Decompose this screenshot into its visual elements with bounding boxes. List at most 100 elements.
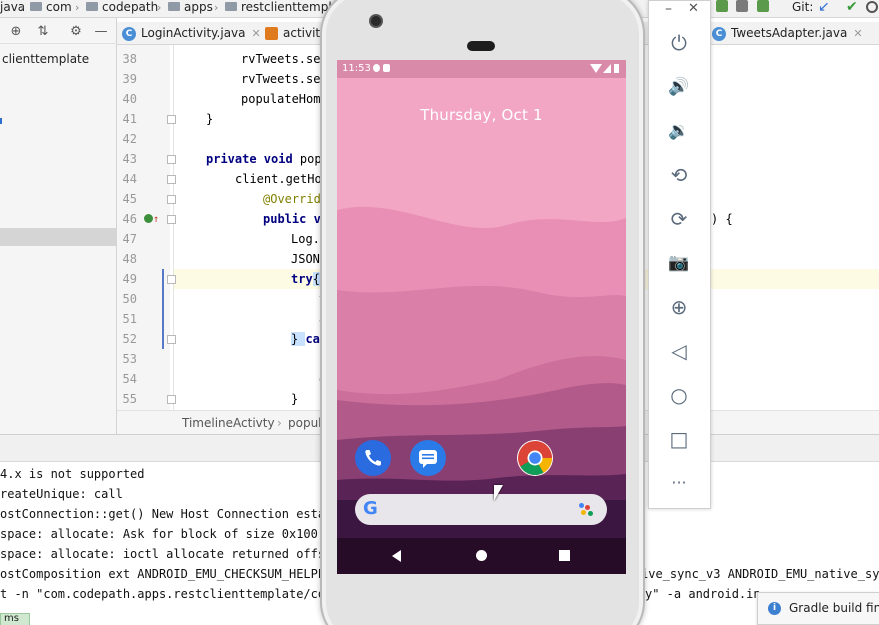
line-number: 44 — [122, 172, 137, 186]
line-number: 54 — [122, 372, 137, 386]
fold-marker[interactable] — [167, 215, 176, 224]
volume-down-icon[interactable]: 🔉 — [665, 117, 693, 145]
rotate-left-icon[interactable]: ⟲ — [665, 161, 693, 189]
zoom-icon[interactable]: ⊕ — [665, 293, 693, 321]
log-line-tail: y" -a android.in — [645, 587, 761, 601]
nav-recents-button[interactable] — [559, 550, 570, 561]
line-number: 50 — [122, 292, 137, 306]
override-method-icon[interactable] — [144, 214, 153, 223]
brace-match: } — [291, 332, 306, 346]
google-search-bar[interactable]: G — [355, 494, 607, 525]
breadcrumb-class[interactable]: TimelineActivty — [182, 416, 275, 430]
lockscreen-date[interactable]: Thursday, Oct 1 — [337, 106, 626, 124]
nav-back-button[interactable] — [392, 550, 401, 562]
rotate-right-icon[interactable]: ⟳ — [665, 205, 693, 233]
code-text: ) { — [711, 212, 733, 226]
tab-tweets-adapter[interactable]: C TweetsAdapter.java ✕ — [712, 22, 863, 44]
hide-panel-icon[interactable]: — — [93, 24, 109, 40]
nav-home-button[interactable] — [476, 550, 487, 561]
tab-label: TweetsAdapter.java — [731, 26, 848, 40]
breadcrumb-separator: › — [157, 1, 162, 14]
fold-marker[interactable] — [167, 195, 176, 204]
device-screen[interactable]: 11:53 Thursday, Oct 1 G — [337, 60, 626, 574]
notification-text: Gradle build finis — [789, 601, 879, 615]
android-nav-bar — [337, 538, 626, 574]
tab-label: LoginActivity.java — [141, 26, 246, 40]
run-icon[interactable] — [716, 0, 728, 12]
google-logo: G — [363, 498, 378, 519]
close-icon[interactable]: ✕ — [688, 2, 699, 16]
folder-icon — [225, 2, 237, 11]
overview-icon[interactable]: □ — [665, 425, 693, 453]
locate-icon[interactable]: ⊕ — [8, 24, 24, 40]
breadcrumb-restclienttemplate-label: restclienttempl — [241, 0, 332, 14]
breadcrumb-codepath[interactable]: codepath — [86, 0, 158, 18]
log-line: space: allocate: ioctl allocate returned… — [0, 547, 333, 561]
git-label: Git: — [792, 0, 814, 14]
line-number: 55 — [122, 392, 137, 406]
back-icon[interactable]: ◁ — [665, 337, 693, 365]
gear-icon[interactable]: ⚙ — [68, 24, 84, 40]
chrome-app-icon[interactable] — [517, 440, 553, 476]
home-icon[interactable]: ○ — [665, 381, 693, 409]
keyword: private void — [206, 152, 300, 166]
minimize-icon[interactable]: – — [665, 2, 672, 16]
log-line-tail: ive_sync_v3 ANDROID_EMU_native_syn — [641, 567, 879, 581]
more-icon[interactable]: ··· — [665, 469, 693, 497]
git-commit-icon[interactable]: ✔ — [846, 0, 858, 14]
phone-app-icon[interactable] — [355, 440, 391, 476]
notification-icon — [373, 64, 380, 72]
breadcrumb-separator: › — [214, 1, 219, 14]
messages-app-icon[interactable] — [410, 440, 446, 476]
log-line: t -n "com.codepath.apps.restclienttempla… — [0, 587, 333, 601]
brace-match: { — [312, 272, 320, 286]
volume-up-icon[interactable]: 🔊 — [665, 73, 693, 101]
fold-marker[interactable] — [167, 155, 176, 164]
notification-icons — [373, 64, 395, 73]
git-update-icon[interactable]: ↙ — [818, 0, 830, 14]
annotation-text: @Override — [263, 192, 329, 206]
log-line: ostComposition ext ANDROID_EMU_CHECKSUM_… — [0, 567, 340, 581]
fold-marker[interactable] — [167, 175, 176, 184]
sync-icon[interactable] — [757, 0, 769, 12]
line-number: 52 — [122, 332, 137, 346]
fold-marker[interactable] — [167, 395, 176, 404]
close-icon[interactable]: ✕ — [252, 27, 261, 40]
camera-icon[interactable]: 📷 — [665, 249, 693, 277]
gradle-notification[interactable]: i Gradle build finis — [757, 592, 879, 625]
tool-window-tab[interactable]: ms — [0, 613, 30, 625]
tab-login-activity[interactable]: C LoginActivity.java ✕ — [122, 22, 261, 44]
mouse-cursor — [494, 485, 503, 501]
git-history-icon[interactable] — [866, 1, 878, 13]
tree-selected-row[interactable] — [0, 228, 117, 246]
breadcrumb-apps[interactable]: apps — [168, 0, 213, 18]
power-icon[interactable]: ⏻ — [665, 29, 693, 57]
assistant-icon[interactable] — [579, 503, 595, 517]
earpiece — [467, 41, 495, 51]
fold-marker[interactable] — [167, 335, 176, 344]
line-number: 51 — [122, 312, 137, 326]
tab-activity-layout[interactable]: activity — [265, 22, 327, 44]
line-number: 46 — [122, 212, 137, 226]
debug-icon[interactable] — [736, 0, 748, 12]
line-number: 43 — [122, 152, 137, 166]
fold-marker[interactable] — [167, 115, 176, 124]
signal-icon — [603, 64, 611, 73]
folder-icon — [30, 2, 42, 11]
class-icon: C — [712, 26, 726, 41]
messages-glyph — [419, 450, 437, 468]
line-number: 45 — [122, 192, 137, 206]
collapse-all-icon[interactable]: ⇅ — [35, 24, 51, 40]
project-toolbar: ⊕ ⇅ ⚙ — — [0, 22, 117, 44]
breadcrumb-com[interactable]: com — [30, 0, 72, 18]
keyword: public vo — [263, 212, 329, 226]
tree-marker — [0, 118, 2, 124]
code-text: rvTweets.set — [241, 72, 328, 86]
line-number: 39 — [122, 72, 137, 86]
breadcrumb-restclienttemplate[interactable]: restclienttempl — [225, 0, 332, 18]
close-icon[interactable]: ✕ — [853, 27, 862, 40]
project-tree-root[interactable]: clienttemplate — [2, 52, 89, 66]
code-text: client.getHom — [235, 172, 329, 186]
fold-marker[interactable] — [167, 275, 176, 284]
log-line: space: allocate: Ask for block of size 0… — [0, 527, 318, 541]
